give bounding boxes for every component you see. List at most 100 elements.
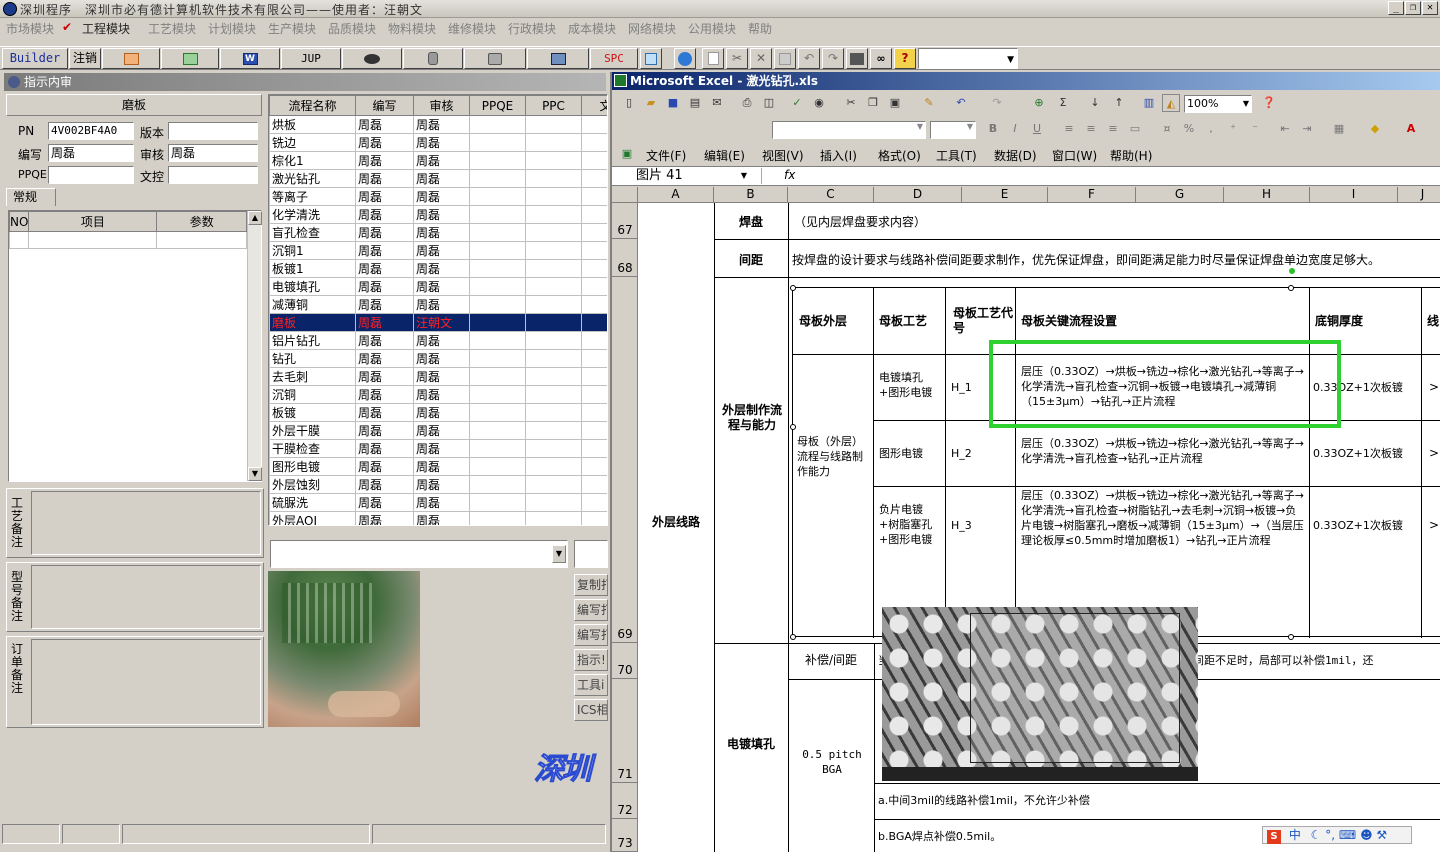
cell-outer-flow[interactable]: 外层制作流程与能力 [718, 403, 786, 433]
redo-icon[interactable]: ↷ [988, 94, 1006, 112]
spc-button[interactable]: SPC [590, 48, 638, 69]
hyperlink-icon[interactable]: ⊕ [1030, 94, 1048, 112]
scroll-up-icon[interactable]: ▲ [248, 211, 262, 225]
undo-icon[interactable]: ↶ [952, 94, 970, 112]
flow-row[interactable]: 铣边 周磊 周磊 [269, 133, 607, 152]
menu-process[interactable]: 工艺模块 [148, 20, 196, 37]
row-header[interactable]: 71 [612, 679, 638, 783]
word-button[interactable]: W [220, 48, 280, 69]
font-color-icon[interactable]: A [1402, 120, 1420, 138]
new-icon[interactable]: ▯ [620, 94, 638, 112]
flow-combo[interactable]: ▼ [270, 540, 568, 568]
cell-outer-circuit[interactable]: 外层线路 [638, 515, 714, 530]
excel-menu-window[interactable]: 窗口(W) [1052, 147, 1097, 164]
help-button[interactable]: ? [894, 48, 916, 69]
param-scrollbar[interactable]: ▲ ▼ [247, 211, 262, 481]
open-icon[interactable]: ▰ [642, 94, 660, 112]
copy-icon[interactable]: ❐ [864, 94, 882, 112]
excel-help-icon[interactable]: ❓ [1260, 94, 1278, 112]
excel-menu-format[interactable]: 格式(O) [878, 147, 921, 164]
flow-row[interactable]: 化学清洗 周磊 周磊 [269, 205, 607, 224]
email-icon[interactable]: ✉ [708, 94, 726, 112]
menu-material[interactable]: 物料模块 [388, 20, 436, 37]
resize-handle[interactable] [1288, 634, 1294, 640]
flow-row[interactable]: 干膜检查 周磊 周磊 [269, 439, 607, 458]
menu-admin[interactable]: 行政模块 [508, 20, 556, 37]
rotate-handle[interactable] [1289, 268, 1295, 274]
excel-menu-data[interactable]: 数据(D) [994, 147, 1037, 164]
moon-icon[interactable]: ☾ [1311, 828, 1322, 842]
row-header[interactable]: 70 [612, 643, 638, 679]
scroll-down-icon[interactable]: ▼ [248, 467, 262, 481]
excel-menu-edit[interactable]: 编辑(E) [704, 147, 745, 164]
flow-row[interactable]: 等离子 周磊 周磊 [269, 187, 607, 206]
select-all-corner[interactable] [612, 187, 638, 203]
flow-row[interactable]: 去毛刺 周磊 周磊 [269, 367, 607, 386]
cell-pad-desc[interactable]: （见内层焊盘要求内容） [794, 215, 1434, 230]
cut-button[interactable]: ✂ [726, 48, 748, 69]
restore-button[interactable]: ❐ [1405, 1, 1421, 15]
delete-button[interactable]: ✕ [750, 48, 772, 69]
redo-button[interactable]: ↷ [822, 48, 844, 69]
autosum-icon[interactable]: Σ [1054, 94, 1072, 112]
flow-row[interactable]: 钻孔 周磊 周磊 [269, 349, 607, 368]
flow-row[interactable]: 沉铜 周磊 周磊 [269, 385, 607, 404]
side-button[interactable]: 编写打 [574, 599, 608, 621]
side-button[interactable]: 指示! [574, 649, 608, 671]
increase-indent-icon[interactable]: ⇥ [1298, 120, 1316, 138]
cell-spacing[interactable]: 间距 [714, 253, 788, 268]
excel-menu-help[interactable]: 帮助(H) [1110, 147, 1152, 164]
toolbar-combo[interactable]: ▼ [918, 48, 1018, 69]
excel-menu-tools[interactable]: 工具(T) [936, 147, 977, 164]
borders-icon[interactable]: ▦ [1330, 120, 1348, 138]
currency-icon[interactable]: ¤ [1158, 120, 1176, 138]
resize-handle[interactable] [790, 634, 796, 640]
comma-icon[interactable]: , [1202, 120, 1220, 138]
flow-row[interactable]: 板镀1 周磊 周磊 [269, 259, 607, 278]
order-note-field[interactable] [31, 639, 261, 725]
builder-button[interactable]: Builder [2, 48, 68, 69]
flow-col-reviewer[interactable]: 审核 [413, 95, 470, 116]
menu-cost[interactable]: 成本模块 [568, 20, 616, 37]
menu-engineering[interactable]: 工程模块 [82, 20, 130, 37]
tab-general[interactable]: 常规 [6, 188, 56, 206]
print-button[interactable] [846, 48, 868, 69]
ppqe-field[interactable] [48, 166, 134, 184]
side-button[interactable]: 编写打 [574, 624, 608, 646]
underline-icon[interactable]: U [1028, 120, 1046, 138]
report-button[interactable] [102, 48, 160, 69]
close-button[interactable]: ✕ [1422, 1, 1438, 15]
cell-comp-spacing[interactable]: 补偿/间距 [788, 653, 874, 668]
keyboard-icon[interactable]: ⌨ [1339, 828, 1356, 842]
excel-menu-insert[interactable]: 插入(I) [820, 147, 857, 164]
row-header[interactable]: 68 [612, 239, 638, 277]
print-preview-icon[interactable]: ◫ [760, 94, 778, 112]
format-painter-icon[interactable]: ✎ [920, 94, 938, 112]
side-input[interactable] [574, 540, 608, 568]
reviewer-field[interactable]: 周磊 [168, 144, 258, 162]
flow-col-author[interactable]: 编写 [355, 95, 414, 116]
computer-button[interactable] [527, 48, 589, 69]
menu-network[interactable]: 网络模块 [628, 20, 676, 37]
model-note-field[interactable] [31, 565, 261, 629]
flow-row[interactable]: 减薄铜 周磊 周磊 [269, 295, 607, 314]
ime-toolbar[interactable]: S 中 ☾ °, ⌨ ☻ ⚒ [1262, 826, 1412, 844]
flow-col-ppc[interactable]: PPC [525, 95, 582, 116]
cut-icon[interactable]: ✂ [842, 94, 860, 112]
excel-menu-file[interactable]: 文件(F) [646, 147, 686, 164]
tools-button[interactable] [464, 48, 526, 69]
embedded-flow-table[interactable]: 母板外层 母板工艺 母板工艺代号 母板关键流程设置 底铜厚度 线 母板（外层）流… [790, 268, 1440, 640]
font-name-box[interactable]: ▼ [772, 121, 926, 139]
ie-button[interactable] [674, 48, 696, 69]
save-button[interactable] [774, 48, 796, 69]
resize-handle[interactable] [1288, 285, 1294, 291]
italic-icon[interactable]: I [1006, 120, 1024, 138]
paste-icon[interactable]: ▣ [886, 94, 904, 112]
flow-row[interactable]: 图形电镀 周磊 周磊 [269, 457, 607, 476]
database-button[interactable] [403, 48, 463, 69]
row-header[interactable]: 73 [612, 819, 638, 852]
flow-row[interactable]: 棕化1 周磊 周磊 [269, 151, 607, 170]
column-header[interactable]: I [1310, 187, 1398, 203]
minimize-button[interactable]: _ [1388, 1, 1404, 15]
bga-microscope-image[interactable] [882, 607, 1198, 781]
